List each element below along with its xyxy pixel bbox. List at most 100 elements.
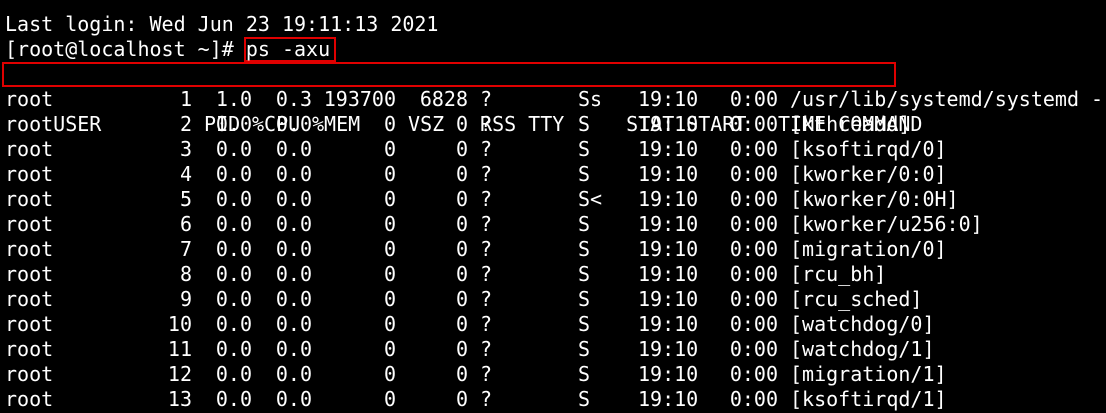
cell-user: root: [5, 387, 54, 411]
cell-time: 0:00: [729, 287, 778, 311]
cell-pid: 4: [179, 162, 192, 186]
cell-tty: ?: [480, 237, 493, 261]
table-row: root 6 0.0 0.0 0 0? S 19:10 0:00 [kworker/u256:0]: [5, 212, 1106, 237]
cell-time: 0:00: [729, 87, 778, 111]
cell-cpu: 1.0: [215, 87, 252, 111]
cell-vsz: 0: [383, 162, 396, 186]
shell-prompt: [root@localhost ~]#: [5, 37, 246, 61]
command-input[interactable]: ps -axu: [243, 37, 337, 62]
table-row: root 12 0.0 0.0 0 0? S 19:10 0:00 [migration/1]: [5, 362, 1106, 387]
cell-stat: S: [578, 162, 591, 186]
cell-start: 19:10: [638, 187, 699, 211]
cell-rss: 0: [455, 137, 468, 161]
table-row: root 4 0.0 0.0 0 0? S 19:10 0:00 [kworker/0:0]: [5, 162, 1106, 187]
cell-tty: ?: [480, 87, 493, 111]
cell-vsz: 0: [383, 262, 396, 286]
cell-command: [watchdog/0]: [790, 312, 935, 336]
cell-cpu: 0.0: [215, 212, 252, 236]
cell-stat: S: [578, 237, 591, 261]
cell-start: 19:10: [638, 87, 699, 111]
cell-rss: 0: [455, 287, 468, 311]
cell-time: 0:00: [729, 237, 778, 261]
cell-start: 19:10: [638, 362, 699, 386]
cell-tty: ?: [480, 137, 493, 161]
header-mem: %MEM: [312, 112, 361, 136]
cell-user: root: [5, 212, 54, 236]
cell-pid: 1: [179, 87, 192, 111]
cell-start: 19:10: [638, 337, 699, 361]
table-row: root 13 0.0 0.0 0 0? S 19:10 0:00 [ksoftirqd/1]: [5, 387, 1106, 412]
header-start: START: [686, 112, 747, 136]
cell-cpu: 0.0: [215, 137, 252, 161]
cell-user: root: [5, 287, 54, 311]
cell-tty: ?: [480, 262, 493, 286]
header-tty: TTY: [528, 112, 565, 136]
cell-user: root: [5, 312, 54, 336]
cell-time: 0:00: [729, 262, 778, 286]
cell-vsz: 0: [383, 387, 396, 411]
cell-command: [rcu_sched]: [790, 287, 923, 311]
cell-command: [kworker/0:0]: [790, 162, 947, 186]
cell-stat: S: [578, 337, 591, 361]
cell-start: 19:10: [638, 262, 699, 286]
cell-command: [kworker/u256:0]: [790, 212, 983, 236]
table-row: root 10 0.0 0.0 0 0? S 19:10 0:00 [watchdog/0]: [5, 312, 1106, 337]
cell-mem: 0.0: [275, 337, 312, 361]
cell-start: 19:10: [638, 287, 699, 311]
cell-command: [ksoftirqd/1]: [790, 387, 947, 411]
cell-start: 19:10: [638, 312, 699, 336]
cell-user: root: [5, 187, 54, 211]
table-row: root 1 1.0 0.3 193700 6828? Ss 19:10 0:00/usr/li…: [5, 87, 1106, 112]
cell-vsz: 193700: [323, 87, 396, 111]
cell-cpu: 0.0: [215, 237, 252, 261]
cell-pid: 8: [179, 262, 192, 286]
cell-pid: 13: [167, 387, 192, 411]
cell-mem: 0.0: [275, 137, 312, 161]
cell-mem: 0.0: [275, 387, 312, 411]
cell-pid: 10: [167, 312, 192, 336]
cell-stat: S: [578, 137, 591, 161]
last-login-line: Last login: Wed Jun 23 19:11:13 2021: [5, 12, 439, 36]
header-highlight-box: [2, 62, 896, 87]
cell-start: 19:10: [638, 387, 699, 411]
cell-tty: ?: [480, 212, 493, 236]
cell-pid: 3: [179, 137, 192, 161]
cell-time: 0:00: [729, 387, 778, 411]
cell-rss: 0: [455, 387, 468, 411]
cell-cpu: 0.0: [215, 387, 252, 411]
cell-time: 0:00: [729, 337, 778, 361]
cell-rss: 0: [455, 337, 468, 361]
cell-time: 0:00: [729, 212, 778, 236]
cell-tty: ?: [480, 187, 493, 211]
cell-time: 0:00: [729, 312, 778, 336]
cell-pid: 5: [179, 187, 192, 211]
header-stat: STAT: [626, 112, 675, 136]
cell-vsz: 0: [383, 312, 396, 336]
cell-stat: Ss: [578, 87, 603, 111]
terminal-window[interactable]: Last login: Wed Jun 23 19:11:13 2021 [ro…: [0, 0, 1106, 413]
table-row: root 5 0.0 0.0 0 0? S< 19:10 0:00 [kworker/0:0H]: [5, 187, 1106, 212]
cell-start: 19:10: [638, 137, 699, 161]
cell-pid: 9: [179, 287, 192, 311]
cell-mem: 0.0: [275, 237, 312, 261]
table-row: root 8 0.0 0.0 0 0? S 19:10 0:00 [rcu_bh]: [5, 262, 1106, 287]
cell-vsz: 0: [383, 137, 396, 161]
cell-command: [kworker/0:0H]: [790, 187, 959, 211]
cell-stat: S: [578, 362, 591, 386]
cell-tty: ?: [480, 337, 493, 361]
table-row: root 11 0.0 0.0 0 0? S 19:10 0:00 [watchdog/1]: [5, 337, 1106, 362]
table-row: root 7 0.0 0.0 0 0? S 19:10 0:00 [migration/0]: [5, 237, 1106, 262]
header-time: TIME: [778, 112, 827, 136]
table-row: root 3 0.0 0.0 0 0? S 19:10 0:00 [ksoftirqd/0]: [5, 137, 1106, 162]
header-pid: PID: [204, 112, 241, 136]
cell-stat: S: [578, 312, 591, 336]
cell-cpu: 0.0: [215, 362, 252, 386]
cell-vsz: 0: [383, 337, 396, 361]
prompt-line: [root@localhost ~]# ps -axu: [5, 37, 1106, 62]
cell-command: [migration/0]: [790, 237, 947, 261]
cell-vsz: 0: [383, 237, 396, 261]
cell-stat: S: [578, 387, 591, 411]
table-row: root 9 0.0 0.0 0 0? S 19:10 0:00 [rcu_sched]: [5, 287, 1106, 312]
cell-mem: 0.0: [275, 362, 312, 386]
cell-vsz: 0: [383, 212, 396, 236]
